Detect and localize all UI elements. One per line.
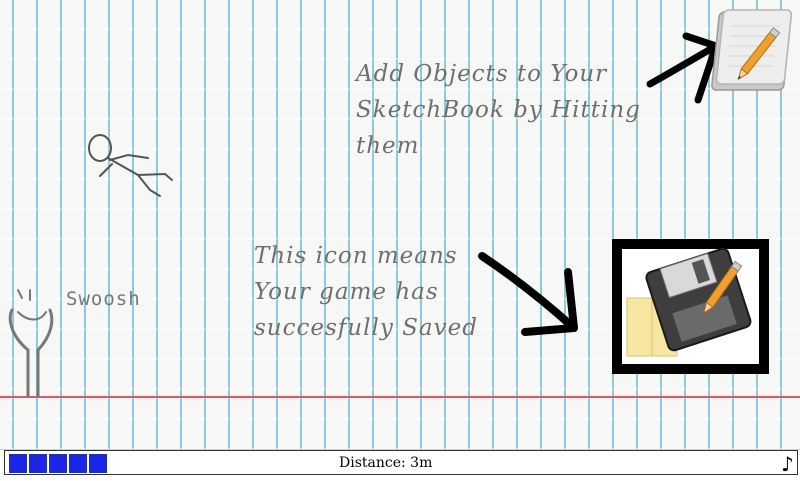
hud-bar: Distance: 3m ♪: [4, 450, 798, 476]
progress-segment: [8, 453, 28, 474]
progress-segment: [68, 453, 88, 474]
progress-segment: [48, 453, 68, 474]
sketchbook-pencil-icon[interactable]: [711, 9, 793, 91]
arrow-to-sketchbook: [646, 32, 720, 104]
progress-segment: [28, 453, 48, 474]
progress-bar: [8, 453, 108, 474]
progress-segment: [88, 453, 108, 474]
distance-readout: Distance: 3m: [339, 455, 433, 471]
slingshot: [8, 289, 54, 398]
stick-figure: [88, 134, 173, 197]
music-note-icon[interactable]: ♪: [781, 452, 794, 476]
game-canvas[interactable]: Add Objects to Your SketchBook by Hittin…: [0, 0, 800, 450]
save-floppy-icon: [612, 239, 769, 374]
arrow-to-save-icon: [478, 252, 578, 336]
scene-drawings: [8, 9, 793, 398]
